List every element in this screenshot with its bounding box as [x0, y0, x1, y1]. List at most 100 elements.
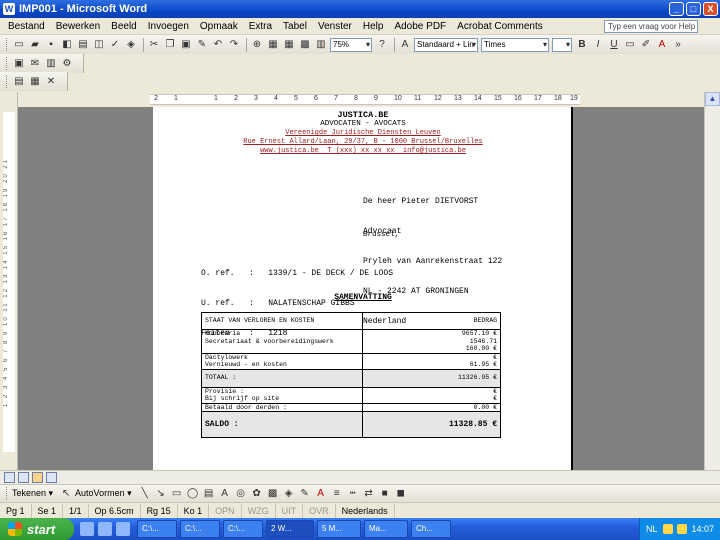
- zoom-select[interactable]: 75%: [330, 37, 372, 52]
- menu-bewerken[interactable]: Bewerken: [56, 21, 100, 32]
- taskbar-button[interactable]: Ma...: [364, 520, 408, 538]
- style-select[interactable]: Standaard + Lin: [414, 37, 478, 52]
- oval-icon[interactable]: ◯: [186, 487, 200, 501]
- picture-icon[interactable]: ▩: [266, 487, 280, 501]
- convert-pdf-icon[interactable]: ▣: [12, 57, 26, 71]
- toolbar-options-icon[interactable]: »: [671, 38, 685, 52]
- print-layout-view-icon[interactable]: [32, 472, 43, 483]
- vertical-ruler[interactable]: 1 2 3 4 5 6 7 8 9 10 11 12 13 14 15 16 1…: [0, 92, 18, 470]
- font-size-select[interactable]: [552, 37, 572, 52]
- new-document-icon[interactable]: ▭: [12, 38, 26, 52]
- taskbar-button[interactable]: C:\...: [223, 520, 263, 538]
- toolbar-grip[interactable]: [6, 38, 9, 51]
- taskbar-button[interactable]: C:\...: [137, 520, 177, 538]
- undo-icon[interactable]: ↶: [211, 38, 225, 52]
- horizontal-ruler[interactable]: 2 1 1 2 3 4 5 6 7 8 9 10 11 12 13 14 15 …: [150, 94, 580, 105]
- status-trk[interactable]: WZG: [242, 503, 276, 518]
- clipart-icon[interactable]: ✿: [250, 487, 264, 501]
- quick-launch-ie-icon[interactable]: [80, 522, 94, 536]
- minimize-button[interactable]: _: [669, 2, 684, 16]
- research-icon[interactable]: ◈: [124, 38, 138, 52]
- quick-launch-outlook-icon[interactable]: [116, 522, 130, 536]
- paste-icon[interactable]: ▣: [179, 38, 193, 52]
- taskbar-button[interactable]: C:\...: [180, 520, 220, 538]
- diagram-icon[interactable]: ◎: [234, 487, 248, 501]
- menu-beeld[interactable]: Beeld: [111, 21, 137, 32]
- taskbar-button[interactable]: Ch...: [411, 520, 451, 538]
- menu-acrobat-comments[interactable]: Acrobat Comments: [457, 21, 543, 32]
- cut-icon[interactable]: ✂: [147, 38, 161, 52]
- columns-icon[interactable]: ▥: [314, 38, 328, 52]
- rectangle-icon[interactable]: ▭: [170, 487, 184, 501]
- hyperlink-icon[interactable]: ⊕: [250, 38, 264, 52]
- font-color-icon[interactable]: A: [655, 38, 669, 52]
- status-rec[interactable]: OPN: [209, 503, 242, 518]
- tray-language[interactable]: NL: [646, 524, 658, 534]
- status-ext[interactable]: UIT: [276, 503, 304, 518]
- wordart-icon[interactable]: A: [218, 487, 232, 501]
- dash-style-icon[interactable]: ┅: [346, 487, 360, 501]
- menu-help[interactable]: Help: [363, 21, 384, 32]
- redo-icon[interactable]: ↷: [227, 38, 241, 52]
- document-area[interactable]: JUSTICA.BE ADVOCATEN - AVOCATS Vereenigd…: [18, 107, 704, 470]
- tray-network-icon[interactable]: [663, 524, 674, 534]
- save-icon[interactable]: ▪: [44, 38, 58, 52]
- toolbar-grip[interactable]: [6, 487, 9, 500]
- menu-adobe-pdf[interactable]: Adobe PDF: [394, 21, 446, 32]
- spelling-icon[interactable]: ✓: [108, 38, 122, 52]
- pdf-review-icon[interactable]: ▥: [44, 57, 58, 71]
- status-ovr[interactable]: OVR: [303, 503, 336, 518]
- arrow-icon[interactable]: ↘: [154, 487, 168, 501]
- menu-bestand[interactable]: Bestand: [8, 21, 45, 32]
- status-language[interactable]: Nederlands: [336, 503, 395, 518]
- pdf-email-icon[interactable]: ✉: [28, 57, 42, 71]
- borders-icon[interactable]: ▭: [623, 38, 637, 52]
- menu-tabel[interactable]: Tabel: [283, 21, 307, 32]
- line-icon[interactable]: ╲: [138, 487, 152, 501]
- draw-font-color-icon[interactable]: A: [314, 487, 328, 501]
- highlight-icon[interactable]: ✐: [639, 38, 653, 52]
- bold-icon[interactable]: B: [575, 38, 589, 52]
- pdf-settings-icon[interactable]: ⚙: [60, 57, 74, 71]
- italic-icon[interactable]: I: [591, 38, 605, 52]
- taskbar-button[interactable]: 2 W...: [266, 520, 314, 538]
- arrow-style-icon[interactable]: ⇄: [362, 487, 376, 501]
- copy-icon[interactable]: ❐: [163, 38, 177, 52]
- permission-icon[interactable]: ◧: [60, 38, 74, 52]
- show-comments-icon[interactable]: ▦: [28, 75, 42, 89]
- select-objects-icon[interactable]: ↖: [59, 487, 73, 501]
- outline-view-icon[interactable]: [46, 472, 57, 483]
- tables-borders-icon[interactable]: ▦: [266, 38, 280, 52]
- help-icon[interactable]: ?: [375, 38, 389, 52]
- format-painter-icon[interactable]: ✎: [195, 38, 209, 52]
- menu-invoegen[interactable]: Invoegen: [148, 21, 189, 32]
- open-folder-icon[interactable]: ▰: [28, 38, 42, 52]
- draw-menu-button[interactable]: Tekenen ▾: [12, 488, 53, 499]
- insert-table-icon[interactable]: ▦: [282, 38, 296, 52]
- close-button[interactable]: X: [703, 2, 718, 16]
- styles-icon[interactable]: A: [398, 38, 412, 52]
- font-select[interactable]: Times: [481, 37, 549, 52]
- insert-comment-icon[interactable]: ▤: [12, 75, 26, 89]
- taskbar-button[interactable]: 5 M...: [317, 520, 361, 538]
- shadow-icon[interactable]: ■: [378, 487, 392, 501]
- menu-extra[interactable]: Extra: [249, 21, 272, 32]
- tray-volume-icon[interactable]: [677, 524, 688, 534]
- autoshapes-menu-button[interactable]: AutoVormen ▾: [75, 488, 132, 499]
- maximize-button[interactable]: □: [686, 2, 701, 16]
- menu-venster[interactable]: Venster: [318, 21, 352, 32]
- scroll-up-icon[interactable]: ▲: [705, 92, 720, 106]
- normal-view-icon[interactable]: [4, 472, 15, 483]
- textbox-icon[interactable]: ▤: [202, 487, 216, 501]
- fill-color-icon[interactable]: ◈: [282, 487, 296, 501]
- help-search-input[interactable]: Typ een vraag voor Help: [604, 20, 698, 33]
- vertical-scrollbar[interactable]: ▲: [704, 92, 720, 470]
- underline-icon[interactable]: U: [607, 38, 621, 52]
- word-app-icon[interactable]: W: [3, 3, 15, 15]
- start-button[interactable]: start: [0, 518, 74, 540]
- document-page[interactable]: JUSTICA.BE ADVOCATEN - AVOCATS Vereenigd…: [153, 107, 573, 470]
- print-icon[interactable]: ▤: [76, 38, 90, 52]
- print-preview-icon[interactable]: ◫: [92, 38, 106, 52]
- toolbar-grip[interactable]: [6, 75, 9, 88]
- insert-excel-icon[interactable]: ▩: [298, 38, 312, 52]
